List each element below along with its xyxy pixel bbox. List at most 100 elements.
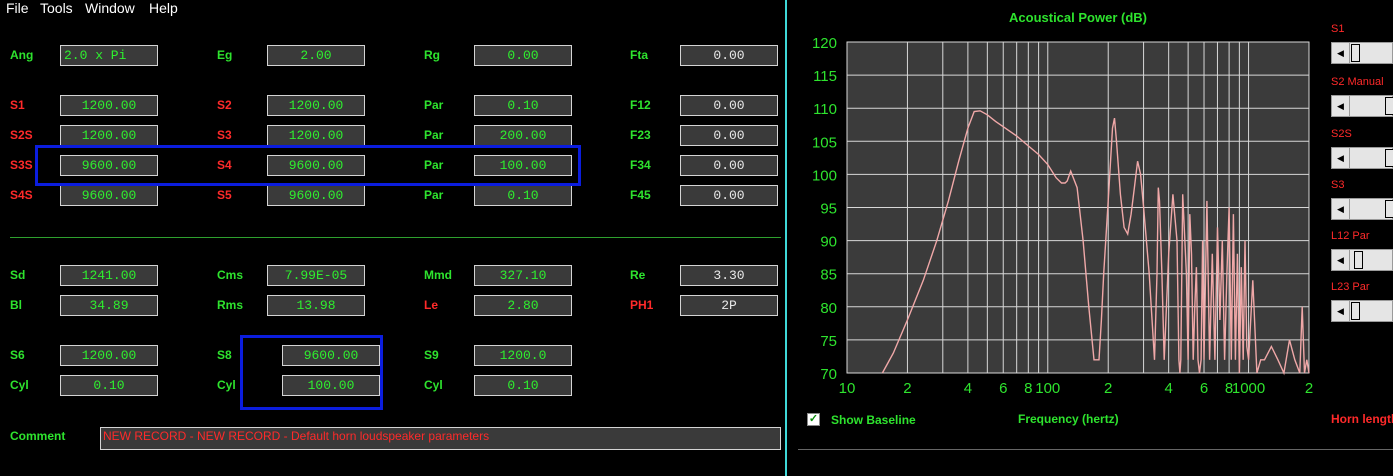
x-tick-label: 1000 (1232, 380, 1265, 397)
param-label: S6 (10, 348, 25, 362)
x-tick-label: 2 (903, 380, 911, 397)
slider-left-arrow-icon[interactable]: ◀ (1332, 96, 1350, 116)
param-label: Rg (424, 48, 440, 62)
slider-thumb[interactable] (1385, 97, 1393, 115)
menu-help[interactable]: Help (149, 0, 178, 16)
menu-file[interactable]: File (6, 0, 29, 16)
acoustical-power-chart: 70758085909510010511011512010 2 4 6 8 100 2 4 6 8… (812, 35, 1313, 397)
slider-thumb[interactable] (1385, 149, 1393, 167)
slider-thumb[interactable] (1385, 200, 1393, 218)
x-axis-label: Frequency (hertz) (1018, 412, 1119, 426)
horn-length-label: Horn length (1331, 412, 1393, 426)
x-tick-label: 4 (1164, 380, 1172, 397)
param-field[interactable]: 200.00 (474, 125, 572, 146)
param-label: Ang (10, 48, 34, 62)
param-field[interactable]: 0.00 (680, 125, 778, 146)
slider-thumb[interactable] (1351, 302, 1360, 320)
param-label: S2S (10, 128, 33, 142)
param-field[interactable]: 0.10 (60, 375, 158, 396)
param-field[interactable]: 0.00 (680, 185, 778, 206)
slider-label: S2 Manual (1331, 76, 1384, 88)
parameter-slider[interactable]: ◀ (1331, 95, 1393, 117)
param-label: Re (630, 268, 646, 282)
slider-thumb[interactable] (1351, 44, 1360, 62)
show-baseline-label[interactable]: Show Baseline (831, 413, 916, 427)
section-divider (10, 237, 781, 238)
comment-field[interactable]: NEW RECORD - NEW RECORD - Default horn l… (100, 427, 781, 450)
slider-left-arrow-icon[interactable]: ◀ (1332, 250, 1350, 270)
slider-label: S3 (1331, 179, 1345, 191)
parameter-slider[interactable]: ◀ (1331, 147, 1393, 169)
param-field[interactable]: 13.98 (267, 295, 365, 316)
comment-label: Comment (10, 429, 66, 443)
param-field[interactable]: 0.00 (680, 45, 778, 66)
parameter-slider[interactable]: ◀ (1331, 249, 1393, 271)
param-label: Mmd (424, 268, 452, 282)
param-label: S3 (217, 128, 232, 142)
param-field[interactable]: 0.00 (680, 155, 778, 176)
param-label: F45 (630, 188, 651, 202)
param-field[interactable]: 0.00 (474, 45, 572, 66)
y-tick-label: 75 (820, 333, 837, 350)
param-field[interactable]: 0.10 (474, 95, 572, 116)
chart-title: Acoustical Power (dB) (1009, 10, 1147, 25)
x-tick-label: 4 (964, 380, 972, 397)
param-label: Fta (630, 48, 648, 62)
param-field[interactable]: 1200.0 (474, 345, 572, 366)
param-label: F12 (630, 98, 651, 112)
highlight-box-s8-cyl (240, 335, 383, 410)
param-label: Cyl (424, 378, 443, 392)
param-label: Par (424, 98, 444, 112)
param-field[interactable]: 1200.00 (60, 345, 158, 366)
slider-label: L23 Par (1331, 281, 1370, 293)
param-field[interactable]: 0.10 (474, 375, 572, 396)
slider-left-arrow-icon[interactable]: ◀ (1332, 148, 1350, 168)
parameter-slider[interactable]: ◀ (1331, 42, 1393, 64)
param-field[interactable]: 9600.00 (267, 185, 365, 206)
param-label: Cms (217, 268, 244, 282)
slider-left-arrow-icon[interactable]: ◀ (1332, 199, 1350, 219)
param-field[interactable]: 2.0 x Pi (60, 45, 158, 66)
highlight-box-s3s-row (35, 145, 581, 186)
param-field[interactable]: 2.80 (474, 295, 572, 316)
param-field[interactable]: 1200.00 (267, 125, 365, 146)
menu-window[interactable]: Window (85, 0, 135, 16)
param-label: S5 (217, 188, 232, 202)
param-field[interactable]: 9600.00 (60, 185, 158, 206)
menu-tools[interactable]: Tools (40, 0, 73, 16)
param-label: Le (424, 298, 439, 312)
y-tick-label: 90 (820, 234, 837, 251)
y-tick-label: 85 (820, 267, 837, 284)
param-field[interactable]: 7.99E-05 (267, 265, 365, 286)
slider-thumb[interactable] (1354, 251, 1364, 269)
panel-splitter[interactable] (785, 0, 787, 476)
show-baseline-checkbox[interactable]: ✓ (807, 413, 820, 426)
param-field[interactable]: 0.10 (474, 185, 572, 206)
x-tick-label: 10 (839, 380, 856, 397)
param-label: Cyl (217, 378, 236, 392)
param-field[interactable]: 1200.00 (60, 125, 158, 146)
param-label: S8 (217, 348, 232, 362)
slider-label: L12 Par (1331, 230, 1370, 242)
param-field[interactable]: 3.30 (680, 265, 778, 286)
param-field[interactable]: 327.10 (474, 265, 572, 286)
param-label: Sd (10, 268, 26, 282)
parameter-slider[interactable]: ◀ (1331, 198, 1393, 220)
y-tick-label: 80 (820, 300, 837, 317)
param-label: S1 (10, 98, 25, 112)
slider-label: S2S (1331, 128, 1352, 140)
param-label: Bl (10, 298, 22, 312)
param-field[interactable]: 1200.00 (267, 95, 365, 116)
param-field[interactable]: 34.89 (60, 295, 158, 316)
bottom-divider (798, 449, 1393, 450)
param-field[interactable]: 1241.00 (60, 265, 158, 286)
param-field[interactable]: 2P (680, 295, 778, 316)
x-tick-label: 2 (1104, 380, 1112, 397)
y-tick-label: 105 (812, 134, 837, 151)
param-field[interactable]: 2.00 (267, 45, 365, 66)
param-field[interactable]: 1200.00 (60, 95, 158, 116)
slider-left-arrow-icon[interactable]: ◀ (1332, 301, 1350, 321)
parameter-slider[interactable]: ◀ (1331, 300, 1393, 322)
slider-left-arrow-icon[interactable]: ◀ (1332, 43, 1350, 63)
param-field[interactable]: 0.00 (680, 95, 778, 116)
